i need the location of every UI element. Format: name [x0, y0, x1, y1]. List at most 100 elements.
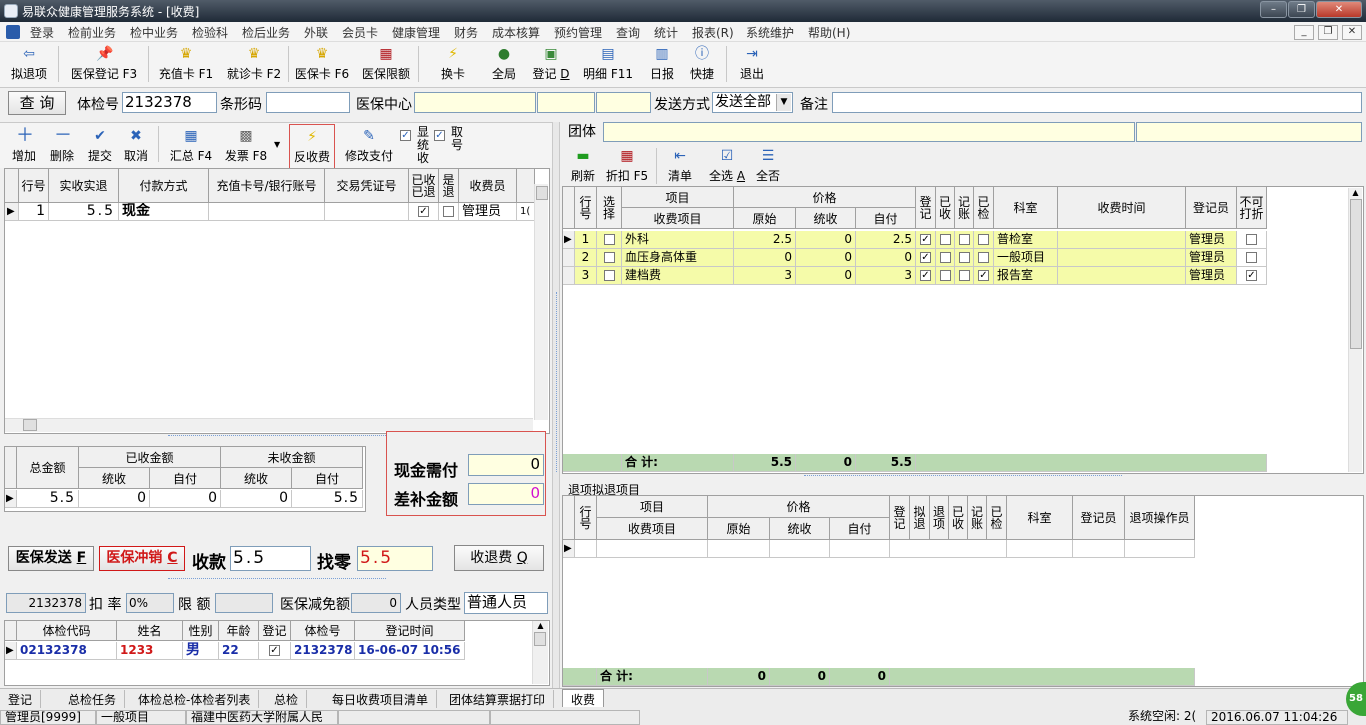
invoice-dropdown-icon[interactable]: ▼ [274, 140, 280, 149]
vertical-splitter[interactable] [552, 122, 560, 688]
barcode-input[interactable] [266, 92, 350, 113]
tab-register[interactable]: 登记 [0, 690, 42, 708]
row-select-checkbox[interactable] [597, 267, 622, 285]
recharge-card-button[interactable]: ♛ 充值卡 F1 [154, 44, 218, 84]
menu-pre-exam[interactable]: 检前业务 [68, 24, 116, 41]
cell-amount[interactable]: 5.5 [49, 203, 119, 221]
patient-vscrollbar[interactable]: ▲ [532, 621, 548, 684]
splitter-handle[interactable] [804, 475, 1122, 480]
cell-voucher[interactable] [325, 203, 409, 221]
query-button[interactable]: 查 询 [8, 91, 66, 115]
table-row[interactable]: 3 建档费 3 0 3 ✓ ✓ 报告室 管理员 ✓ [563, 267, 1267, 285]
cell-method[interactable]: 现金 [119, 203, 209, 221]
row-select-checkbox[interactable] [597, 249, 622, 267]
list-button[interactable]: ⇤ 清单 [664, 146, 696, 186]
submit-button[interactable]: ✔ 提交 [84, 126, 116, 166]
table-row[interactable]: ▶ [563, 540, 1195, 558]
menu-outreach[interactable]: 外联 [304, 24, 328, 41]
global-button[interactable]: ● 全局 [488, 44, 520, 84]
delete-button[interactable]: －删除 [46, 126, 78, 166]
cell-card[interactable] [209, 203, 325, 221]
mi-limit-button[interactable]: ▦ 医保限额 [358, 44, 414, 84]
group-field-2[interactable] [1136, 122, 1362, 142]
menu-system[interactable]: 系统维护 [746, 24, 794, 41]
exam-no-input[interactable]: 2132378 [122, 92, 217, 113]
menu-post-exam[interactable]: 检后业务 [242, 24, 290, 41]
cancel-button[interactable]: ✖ 取消 [120, 126, 152, 166]
refresh-button[interactable]: ▬ 刷新 [568, 146, 598, 186]
menu-booking[interactable]: 预约管理 [554, 24, 602, 41]
mdi-close-button[interactable]: ✕ [1342, 25, 1362, 40]
register-button[interactable]: ▣ 登记 D [528, 44, 574, 84]
close-button[interactable]: ✕ [1316, 1, 1362, 18]
table-row[interactable]: ▶ 1 外科 2.5 0 2.5 ✓ 普检室 管理员 [563, 231, 1267, 249]
menu-help[interactable]: 帮助(H) [808, 24, 850, 41]
pending-refund-button[interactable]: ⇦ 拟退项 [6, 44, 52, 84]
menu-health[interactable]: 健康管理 [392, 24, 440, 41]
send-mode-select[interactable]: 发送全部 ▼ [712, 92, 793, 113]
cell-received[interactable]: ✓ [409, 203, 439, 221]
splitter-handle[interactable] [168, 578, 386, 583]
tab-summary-list[interactable]: 体检总检-体检者列表 [130, 690, 260, 708]
minimize-button[interactable]: – [1260, 1, 1287, 18]
refund-button[interactable]: 收退费 Q [454, 545, 544, 571]
pay-input[interactable]: 5.5 [230, 546, 311, 571]
tab-daily-fees[interactable]: 每日收费项目清单 [324, 690, 438, 708]
daily-report-button[interactable]: ▥ 日报 [646, 44, 678, 84]
row-select-checkbox[interactable] [597, 231, 622, 249]
menu-stats[interactable]: 统计 [654, 24, 678, 41]
group-field[interactable] [603, 122, 1135, 142]
menu-cost[interactable]: 成本核算 [492, 24, 540, 41]
select-all-button[interactable]: ☑ 全选 A [704, 146, 750, 186]
change-card-button[interactable]: ⚡ 换卡 [438, 44, 468, 84]
splitter-handle[interactable] [168, 435, 386, 440]
mi-send-button[interactable]: 医保发送 F [8, 546, 94, 571]
col-fee-item: 收费项目 [597, 518, 708, 540]
table-row[interactable]: 2 血压身高体重 0 0 0 ✓ 一般项目 管理员 [563, 249, 1267, 267]
menu-finance[interactable]: 财务 [454, 24, 478, 41]
tab-group-invoice[interactable]: 团体结算票据打印 [441, 690, 555, 708]
toolbar-separator [288, 46, 289, 82]
show-received-checkbox[interactable]: ✓ [400, 128, 411, 142]
maximize-button[interactable]: ❐ [1288, 1, 1315, 18]
exit-button[interactable]: ⇥ 退出 [736, 44, 768, 84]
medins-center-field-3[interactable] [596, 92, 651, 113]
select-none-button[interactable]: ☰ 全否 [752, 146, 784, 186]
cell-refund[interactable] [439, 203, 459, 221]
mdi-minimize-button[interactable]: _ [1294, 25, 1314, 40]
payment-hscrollbar[interactable] [5, 418, 533, 432]
summary-button[interactable]: ▦ 汇总 F4 [166, 126, 216, 166]
menu-lab[interactable]: 检验科 [192, 24, 228, 41]
chevron-down-icon[interactable]: ▼ [776, 94, 791, 111]
discount-button[interactable]: ▦ 折扣 F5 [602, 146, 652, 186]
person-type-field[interactable]: 普通人员 [464, 592, 548, 614]
mdi-restore-button[interactable]: ❐ [1318, 25, 1338, 40]
menu-query[interactable]: 查询 [616, 24, 640, 41]
mi-card-button[interactable]: ♛ 医保卡 F6 [290, 44, 354, 84]
remark-input[interactable] [832, 92, 1362, 113]
medins-center-field-2[interactable] [537, 92, 595, 113]
add-button[interactable]: ＋增加 [8, 126, 40, 166]
reverse-charge-button[interactable]: ⚡ 反收费 [289, 124, 335, 170]
tab-summary[interactable]: 总检 [266, 690, 308, 708]
mi-register-button[interactable]: 📌 医保登记 F3 [64, 44, 144, 84]
shortcut-button[interactable]: ⓘ 快捷 [686, 44, 718, 84]
detail-button[interactable]: ▤ 明细 F11 [580, 44, 636, 84]
payment-vscrollbar[interactable] [534, 184, 548, 420]
menu-reports[interactable]: 报表(R) [692, 24, 734, 41]
col-pending: 拟退 [910, 496, 930, 540]
menu-in-exam[interactable]: 检中业务 [130, 24, 178, 41]
items-vscrollbar[interactable]: ▲ [1348, 188, 1362, 472]
tab-summary-task[interactable]: 总检任务 [60, 690, 126, 708]
menu-login[interactable]: 登录 [30, 24, 54, 41]
medins-center-field-1[interactable] [414, 92, 536, 113]
visit-card-button[interactable]: ♛ 就诊卡 F2 [222, 44, 286, 84]
invoice-button[interactable]: ▩ 发票 F8 [220, 126, 272, 166]
mi-reverse-button[interactable]: 医保冲销 C [99, 546, 185, 571]
tab-charge[interactable]: 收费 [562, 689, 605, 707]
fetch-no-checkbox[interactable]: ✓ [434, 128, 445, 142]
menu-member-card[interactable]: 会员卡 [342, 24, 378, 41]
table-row[interactable]: ▶ 1 5.5 现金 ✓ 管理员 1( [5, 203, 535, 221]
table-row[interactable]: ▶ 02132378 1233 男 22 ✓ 2132378 16-06-07 … [5, 642, 535, 660]
modify-payment-button[interactable]: ✎ 修改支付 [342, 126, 396, 166]
